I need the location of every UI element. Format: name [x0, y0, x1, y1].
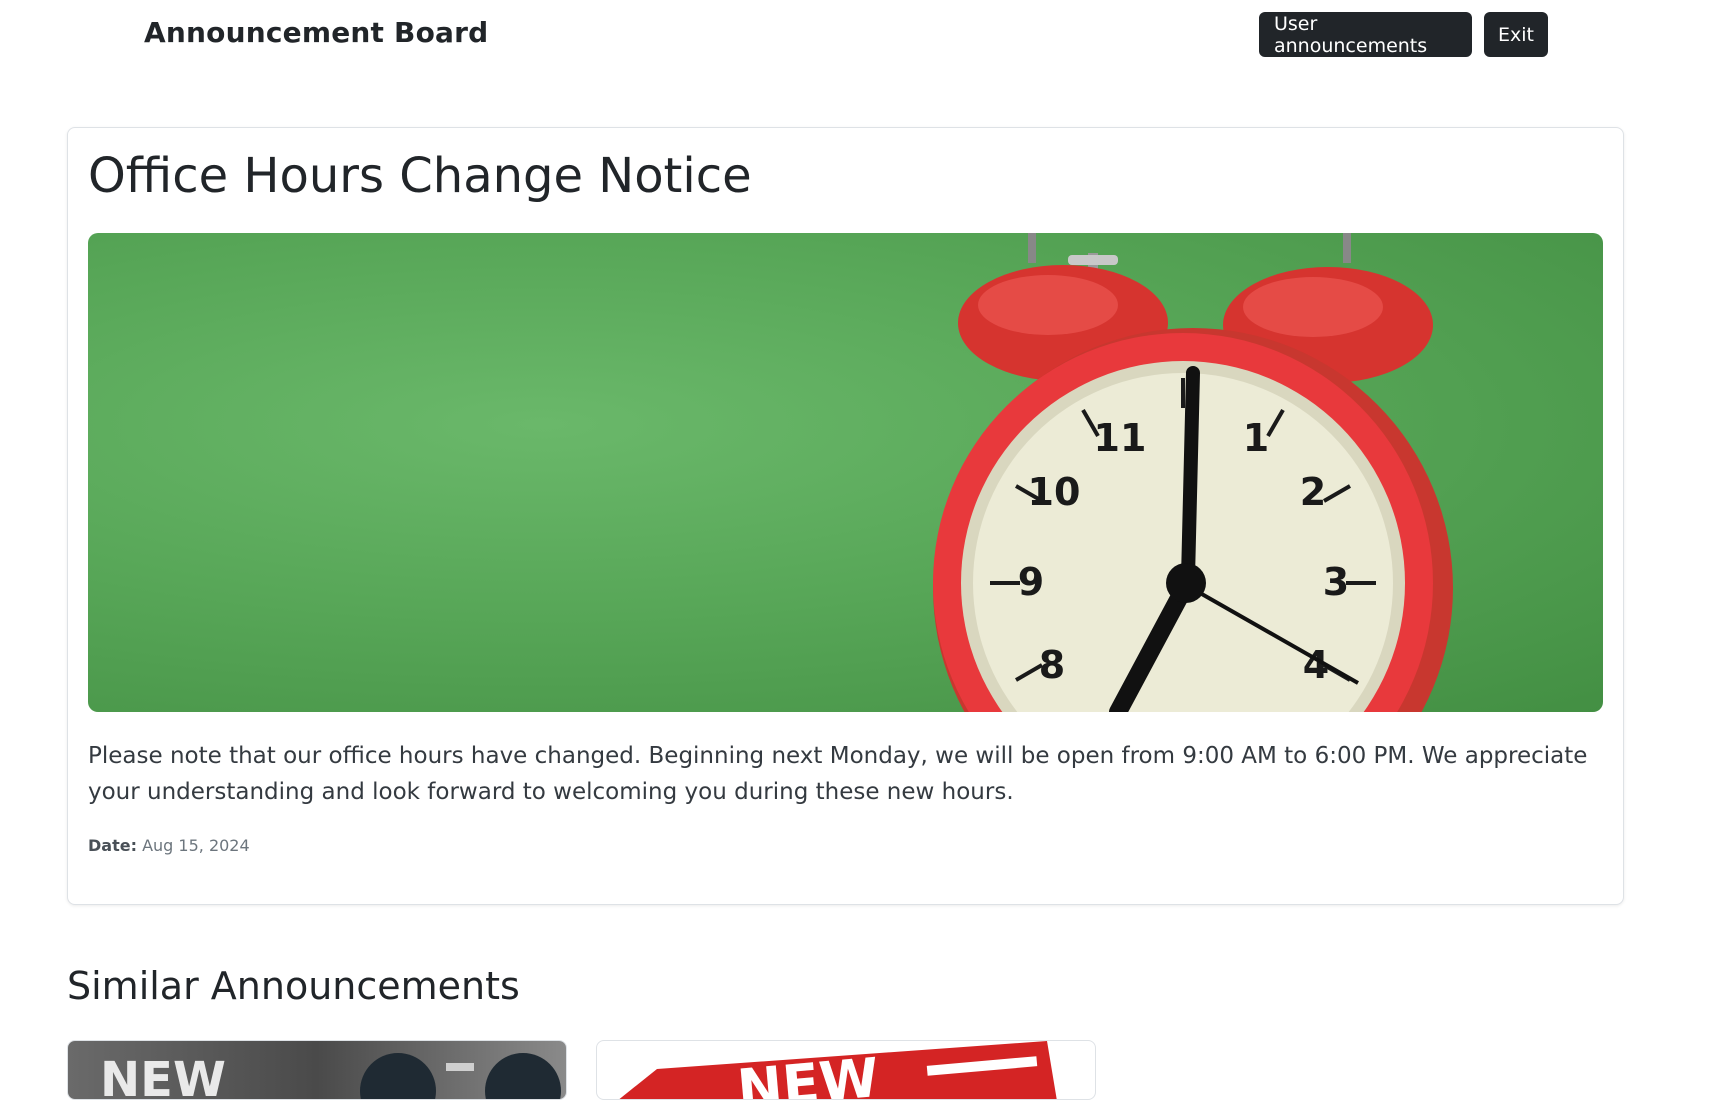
- date-label: Date:: [88, 836, 137, 855]
- similar-thumb-image-1: NEW: [100, 1052, 561, 1100]
- svg-text:NEW: NEW: [735, 1046, 882, 1100]
- similar-announcements-title: Similar Announcements: [67, 964, 520, 1008]
- date-value: Aug 15, 2024: [142, 836, 250, 855]
- svg-text:9: 9: [1018, 560, 1044, 604]
- announcement-card: Office Hours Change Notice 1 2 3 4 8 9 1…: [67, 127, 1624, 905]
- alarm-clock-image: 1 2 3 4 8 9 10 11: [88, 233, 1603, 712]
- svg-text:8: 8: [1039, 643, 1065, 687]
- similar-thumb-image-2: NEW: [619, 1041, 1057, 1100]
- svg-text:NEW: NEW: [100, 1052, 226, 1100]
- alarm-clock-icon: 1 2 3 4 8 9 10 11: [933, 233, 1453, 712]
- exit-button[interactable]: Exit: [1484, 12, 1548, 57]
- svg-text:2: 2: [1300, 470, 1326, 514]
- brand-title[interactable]: Announcement Board: [144, 16, 488, 49]
- similar-announcement-card-1[interactable]: NEW: [67, 1040, 567, 1100]
- announcement-title: Office Hours Change Notice: [88, 148, 752, 204]
- svg-text:3: 3: [1323, 560, 1349, 604]
- user-announcements-button[interactable]: User announcements: [1259, 12, 1472, 57]
- announcement-date: Date: Aug 15, 2024: [88, 836, 250, 855]
- svg-text:10: 10: [1028, 470, 1081, 514]
- announcement-body: Please note that our office hours have c…: [88, 743, 1588, 805]
- svg-text:1: 1: [1243, 416, 1269, 460]
- similar-announcement-card-2[interactable]: NEW: [596, 1040, 1096, 1100]
- svg-text:11: 11: [1094, 416, 1147, 460]
- navbar: Announcement Board User announcements Ex…: [0, 0, 1734, 72]
